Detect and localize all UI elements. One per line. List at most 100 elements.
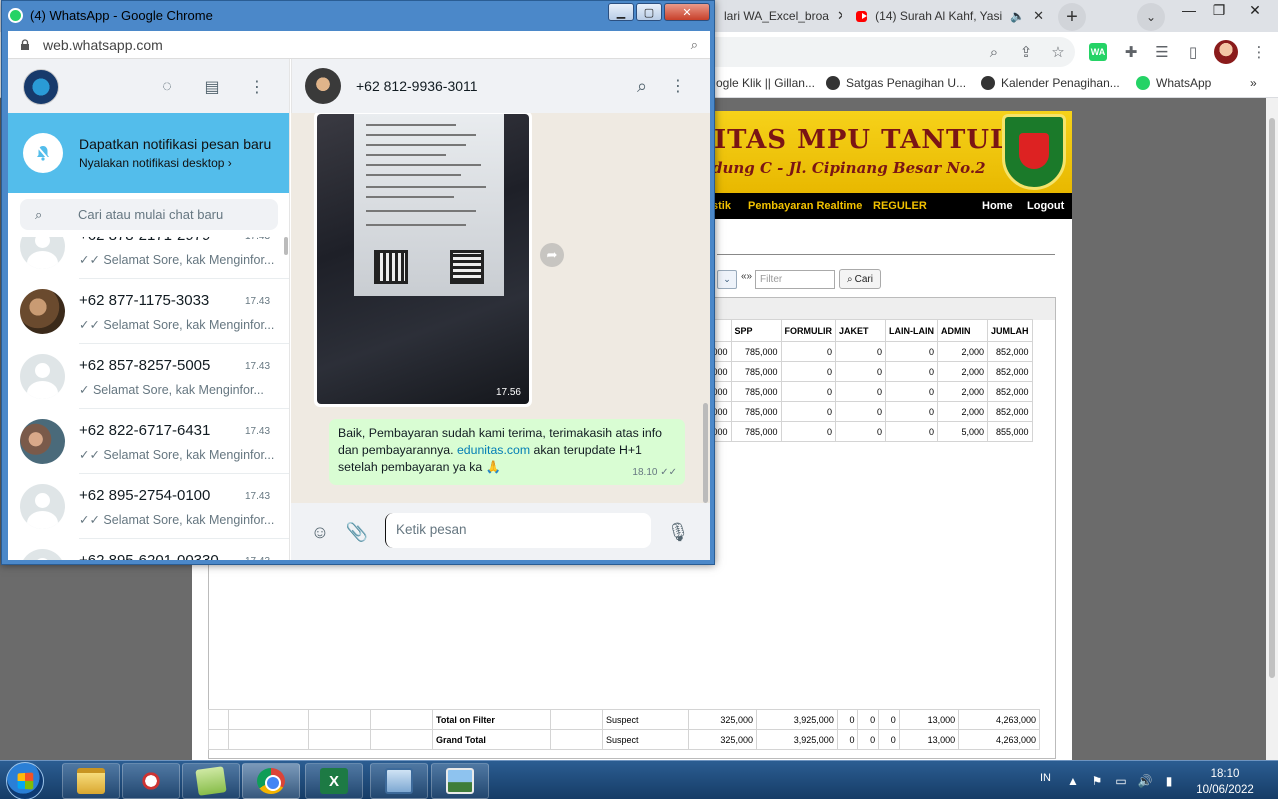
incoming-image-message[interactable]: 17.56	[314, 113, 532, 407]
bookmark-google-klik[interactable]: ogle Klik || Gillan...	[716, 76, 815, 90]
new-chat-icon[interactable]: ▤	[201, 76, 223, 98]
taskbar-explorer[interactable]	[62, 763, 120, 799]
avatar[interactable]	[20, 549, 65, 560]
reading-list-icon[interactable]: ☰	[1151, 41, 1173, 63]
window-title-bar[interactable]: (4) WhatsApp - Google Chrome ▁ ▢ ✕	[2, 1, 714, 30]
network-icon[interactable]: ▭	[1114, 774, 1128, 788]
bookmark-whatsapp[interactable]: WhatsApp	[1136, 76, 1211, 90]
avatar[interactable]	[20, 484, 65, 529]
popup-address-bar[interactable]: web.whatsapp.com ⌕	[8, 31, 710, 59]
nav-home[interactable]: Home	[982, 200, 1013, 212]
avatar[interactable]	[20, 419, 65, 464]
start-button[interactable]	[6, 762, 44, 799]
close-button[interactable]: ✕	[1238, 0, 1272, 20]
outgoing-message[interactable]: Baik, Pembayaran sudah kami terima, teri…	[329, 419, 685, 485]
more-bookmarks-icon[interactable]: »	[1250, 76, 1257, 90]
message-input[interactable]: Ketik pesan	[385, 513, 651, 548]
emoji-icon[interactable]: ☺	[309, 521, 331, 543]
table-row[interactable]: 25,000785,0000002,000852,000	[696, 361, 1033, 382]
chat-list-item[interactable]: +62 857-8257-5005 17.43 ✓ Selamat Sore, ka…	[8, 344, 289, 409]
contact-name[interactable]: +62 812-9936-3011	[356, 78, 478, 94]
taskbar-chrome[interactable]	[242, 763, 300, 799]
column-header[interactable]: ADMIN	[937, 319, 989, 342]
tab-close-icon[interactable]: ✕	[1033, 8, 1044, 24]
show-hidden-icons-icon[interactable]: ▲	[1066, 774, 1080, 788]
attach-icon[interactable]: 📎	[346, 521, 368, 543]
chat-list-item[interactable]: +62 878-2171-2979 17.43 ✓✓ Selamat Sore, k…	[8, 237, 289, 279]
tab-search-button[interactable]: ⌄	[1137, 3, 1165, 31]
minimize-button[interactable]: ▁	[608, 3, 634, 21]
restore-button[interactable]: ❐	[1202, 0, 1236, 20]
notification-banner[interactable]: Dapatkan notifikasi pesan baru Nyalakan …	[8, 113, 289, 193]
column-header[interactable]: LAIN-LAIN	[885, 319, 939, 342]
wa-extension-icon[interactable]: WA	[1089, 43, 1107, 61]
tab-close-icon[interactable]: ✕	[837, 8, 842, 24]
menu-kebab-icon[interactable]: ⋮	[246, 76, 268, 98]
contact-avatar[interactable]	[305, 68, 341, 104]
avatar[interactable]	[20, 354, 65, 399]
column-header[interactable]: FORMULIR	[780, 319, 837, 342]
taskbar-remote-desktop[interactable]	[370, 763, 428, 799]
zoom-icon[interactable]: ⌕	[691, 37, 698, 53]
chat-list-item[interactable]: +62 822-6717-6431 17.43 ✓✓ Selamat Sore, k…	[8, 409, 289, 474]
tab-excel-broadcast[interactable]: lari WA_Excel_broa ✕	[714, 0, 842, 32]
taskbar-snipping-tool[interactable]	[122, 763, 180, 799]
taskbar-excel[interactable]: X	[305, 763, 363, 799]
language-indicator[interactable]: IN	[1040, 772, 1051, 784]
menu-kebab-icon[interactable]: ⋮	[1248, 41, 1270, 63]
table-row[interactable]: 25,000785,0000002,000852,000	[696, 401, 1033, 422]
conversation-scrollbar[interactable]	[703, 403, 708, 503]
close-button[interactable]: ✕	[664, 3, 710, 21]
avatar[interactable]	[20, 237, 65, 269]
receipt-photo[interactable]: 17.56	[317, 114, 529, 404]
battery-icon[interactable]: ▮	[1162, 774, 1176, 788]
bookmark-kalender[interactable]: Kalender Penagihan...	[981, 76, 1120, 90]
filter-dropdown[interactable]: ⌄	[717, 270, 737, 289]
table-row[interactable]: 25,000785,0000005,000855,000	[696, 421, 1033, 442]
share-icon[interactable]: ⇪	[1015, 41, 1037, 63]
forward-icon[interactable]: ➦	[540, 243, 564, 267]
status-icon[interactable]: ◌	[156, 76, 178, 98]
system-clock[interactable]: 18:10 10/06/2022	[1190, 766, 1260, 798]
column-header[interactable]: SPP	[730, 319, 782, 342]
tab-youtube-surah[interactable]: (14) Surah Al Kahf, Yasi 🔈 ✕	[846, 0, 1054, 32]
profile-avatar[interactable]	[1214, 40, 1238, 64]
chat-search-input[interactable]: ⌕ Cari atau mulai chat baru	[20, 199, 278, 230]
conversation-header[interactable]: +62 812-9936-3011 ⌕ ⋮	[291, 59, 710, 113]
extensions-puzzle-icon[interactable]: ✚	[1120, 41, 1142, 63]
notification-link[interactable]: Nyalakan notifikasi desktop ›	[79, 156, 232, 170]
speaker-icon[interactable]: 🔈	[1010, 9, 1025, 23]
minimize-button[interactable]: —	[1172, 0, 1206, 20]
chat-list-item[interactable]: +62 895-6201-00330 17.43	[8, 539, 289, 560]
chat-list-scrollbar[interactable]	[284, 237, 288, 255]
filter-input[interactable]: Filter	[755, 270, 835, 289]
taskbar-sticky-notes[interactable]	[182, 763, 240, 799]
table-row[interactable]: 25,000785,0000002,000852,000	[696, 341, 1033, 362]
nav-pembayaran-realtime[interactable]: Pembayaran Realtime	[748, 200, 862, 212]
column-header[interactable]: JAKET	[835, 319, 887, 342]
page-scrollbar[interactable]	[1266, 98, 1278, 760]
microphone-icon[interactable]: 🎙	[667, 521, 690, 543]
nav-logout[interactable]: Logout	[1027, 200, 1064, 212]
zoom-search-icon[interactable]: ⌕	[983, 41, 1005, 63]
search-icon[interactable]: ⌕	[631, 75, 653, 97]
action-center-flag-icon[interactable]: ⚑	[1090, 774, 1104, 788]
message-composer: ☺ 📎 Ketik pesan 🎙	[291, 503, 710, 560]
message-link[interactable]: edunitas.com	[457, 443, 530, 457]
column-header[interactable]: JUMLAH	[987, 319, 1033, 342]
side-panel-icon[interactable]: ▯	[1182, 41, 1204, 63]
search-button[interactable]: ⌕ Cari	[839, 269, 881, 289]
taskbar-photo-viewer[interactable]	[431, 763, 489, 799]
maximize-button[interactable]: ▢	[636, 3, 662, 21]
menu-kebab-icon[interactable]: ⋮	[667, 75, 689, 97]
avatar[interactable]	[20, 289, 65, 334]
chat-list-item[interactable]: +62 877-1175-3033 17.43 ✓✓ Selamat Sore, k…	[8, 279, 289, 344]
bookmark-satgas[interactable]: Satgas Penagihan U...	[826, 76, 966, 90]
bookmark-star-icon[interactable]: ☆	[1047, 41, 1069, 63]
new-tab-button[interactable]: +	[1058, 3, 1086, 31]
nav-reguler[interactable]: REGULER	[873, 200, 927, 212]
chat-list-item[interactable]: +62 895-2754-0100 17.43 ✓✓ Selamat Sore, k…	[8, 474, 289, 539]
my-profile-avatar[interactable]	[23, 69, 59, 105]
table-row[interactable]: 25,000785,0000002,000852,000	[696, 381, 1033, 402]
volume-icon[interactable]: 🔊	[1138, 774, 1153, 788]
